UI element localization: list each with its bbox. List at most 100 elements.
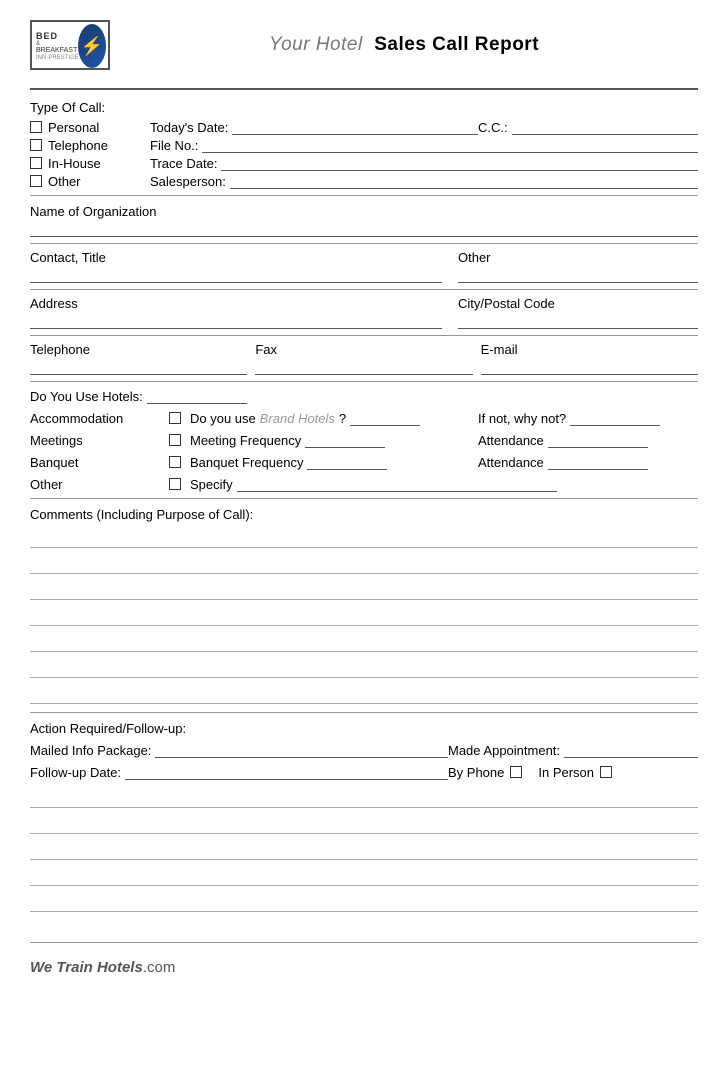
- org-label: Name of Organization: [30, 204, 698, 219]
- label-inhouse: In-House: [48, 156, 101, 171]
- meeting-freq-field[interactable]: [305, 432, 385, 448]
- service-row-other2: Other Specify: [30, 476, 698, 492]
- footer-text: We Train Hotels.com: [30, 959, 698, 976]
- call-row-telephone: Telephone File No.:: [30, 137, 698, 153]
- file-no-label: File No.:: [150, 138, 198, 153]
- brand-hotels-field[interactable]: [350, 410, 420, 426]
- svc-banquet-freq-col: Banquet Frequency: [190, 454, 478, 470]
- file-no-field[interactable]: [202, 137, 478, 153]
- cc-field2[interactable]: [478, 137, 698, 153]
- services-section: Accommodation Do you use Brand Hotels ? …: [30, 410, 698, 492]
- call-row-inhouse: In-House Trace Date:: [30, 155, 698, 171]
- mailed-info-field[interactable]: [155, 742, 448, 758]
- comment-line-6[interactable]: [30, 656, 698, 678]
- svc-meetings-attendance-col: Attendance: [478, 432, 698, 448]
- call-col3-telephone: [478, 137, 698, 153]
- city-postal-field[interactable]: [458, 313, 698, 329]
- fax-label: Fax: [255, 342, 472, 357]
- todays-date-field[interactable]: [232, 119, 478, 135]
- salesperson-blank-field[interactable]: [478, 173, 698, 189]
- mailed-col2: Made Appointment:: [448, 742, 698, 758]
- trace-date-field[interactable]: [221, 155, 478, 171]
- email-field[interactable]: [481, 359, 698, 375]
- svc-accommodation-check-col: [160, 412, 190, 424]
- checkbox-inhouse[interactable]: [30, 157, 42, 169]
- comment-line-4[interactable]: [30, 604, 698, 626]
- checkbox-by-phone[interactable]: [510, 766, 522, 778]
- footer-divider: [30, 942, 698, 943]
- comments-label: Comments (Including Purpose of Call):: [30, 507, 698, 522]
- specify-field[interactable]: [237, 476, 557, 492]
- meeting-freq-label: Meeting Frequency: [190, 433, 301, 448]
- followup-line-2[interactable]: [30, 812, 698, 834]
- svc-banquet-attendance-col: Attendance: [478, 454, 698, 470]
- checkbox-meetings[interactable]: [169, 434, 181, 446]
- attendance2-field[interactable]: [548, 454, 648, 470]
- address-col: Address: [30, 296, 442, 329]
- svc-banquet-check-col: [160, 456, 190, 468]
- address-field[interactable]: [30, 313, 442, 329]
- logo-breakfast: BREAKFAST: [36, 47, 77, 54]
- banquet-label: Banquet: [30, 455, 78, 470]
- checkbox-other-call[interactable]: [30, 175, 42, 187]
- action-label: Action Required/Follow-up:: [30, 721, 698, 736]
- checkbox-telephone[interactable]: [30, 139, 42, 151]
- by-phone-label: By Phone: [448, 765, 504, 780]
- telephone-field[interactable]: [30, 359, 247, 375]
- attendance-field[interactable]: [548, 432, 648, 448]
- trace-blank-field[interactable]: [478, 155, 698, 171]
- contact-field[interactable]: [30, 267, 442, 283]
- comment-line-1[interactable]: [30, 526, 698, 548]
- logo-bed: BED: [36, 31, 58, 41]
- section-divider-1: [30, 195, 698, 196]
- comment-line-7[interactable]: [30, 682, 698, 704]
- mailed-col1: Mailed Info Package:: [30, 742, 448, 758]
- call-col1-other: Other: [30, 174, 150, 189]
- checkbox-other2[interactable]: [169, 478, 181, 490]
- followup-date-field[interactable]: [125, 764, 448, 780]
- comment-line-5[interactable]: [30, 630, 698, 652]
- brand-hotels-q: ?: [339, 411, 346, 426]
- org-field[interactable]: [30, 221, 698, 237]
- address-city-row: Address City/Postal Code: [30, 296, 698, 329]
- label-personal: Personal: [48, 120, 99, 135]
- svc-other2-check-col: [160, 478, 190, 490]
- cc-field[interactable]: [512, 119, 698, 135]
- checkbox-accommodation[interactable]: [169, 412, 181, 424]
- do-you-use-brand-label: Do you use: [190, 411, 256, 426]
- followup-line-4[interactable]: [30, 864, 698, 886]
- salesperson-field[interactable]: [230, 173, 478, 189]
- logo-circle-icon: ⚡: [78, 24, 106, 68]
- call-col1-telephone: Telephone: [30, 138, 150, 153]
- followup-line-5[interactable]: [30, 890, 698, 912]
- followup-line-3[interactable]: [30, 838, 698, 860]
- service-row-accommodation: Accommodation Do you use Brand Hotels ? …: [30, 410, 698, 426]
- banquet-freq-field[interactable]: [307, 454, 387, 470]
- comment-line-2[interactable]: [30, 552, 698, 574]
- checkbox-personal[interactable]: [30, 121, 42, 133]
- checkbox-in-person[interactable]: [600, 766, 612, 778]
- followup-line-1[interactable]: [30, 786, 698, 808]
- call-col3-other: [478, 173, 698, 189]
- type-of-call-label: Type Of Call:: [30, 100, 698, 115]
- if-not-field[interactable]: [570, 410, 660, 426]
- svc-accommodation-ifnot-col: If not, why not?: [478, 410, 698, 426]
- comment-line-3[interactable]: [30, 578, 698, 600]
- other-field[interactable]: [458, 267, 698, 283]
- header-divider: [30, 88, 698, 90]
- call-row-personal: Personal Today's Date: C.C.:: [30, 119, 698, 135]
- comments-section: Comments (Including Purpose of Call):: [30, 507, 698, 704]
- other-label: Other: [458, 250, 698, 265]
- todays-date-label: Today's Date:: [150, 120, 228, 135]
- section-divider-2: [30, 243, 698, 244]
- checkbox-banquet[interactable]: [169, 456, 181, 468]
- type-of-call-section: Type Of Call: Personal Today's Date: C.C…: [30, 100, 698, 189]
- fax-field[interactable]: [255, 359, 472, 375]
- logo-sub: INN·PRESTIGE: [36, 55, 79, 61]
- call-col2-telephone: File No.:: [150, 137, 478, 153]
- made-appt-field[interactable]: [564, 742, 698, 758]
- hotels-field[interactable]: [147, 388, 247, 404]
- brand-hotels-label: Brand Hotels: [260, 411, 335, 426]
- trace-date-label: Trace Date:: [150, 156, 217, 171]
- svc-meetings-check-col: [160, 434, 190, 446]
